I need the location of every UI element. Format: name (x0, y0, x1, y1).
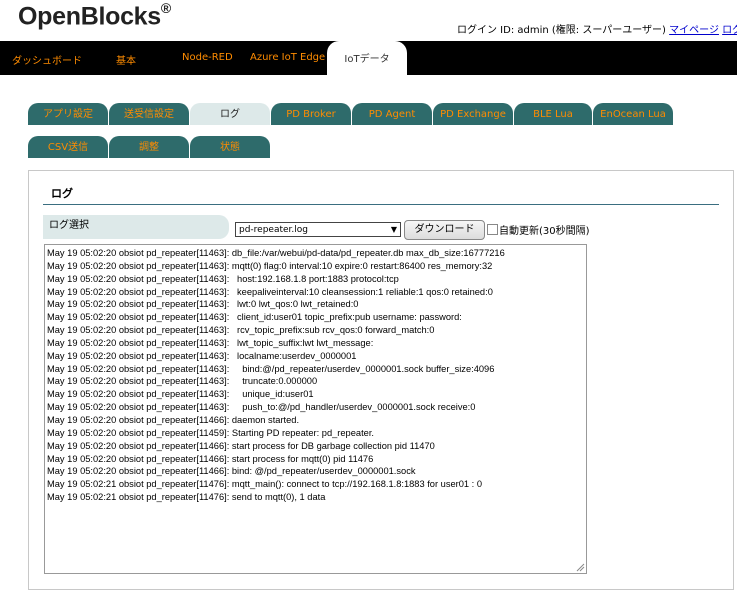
log-line: May 19 05:02:20 obsiot pd_repeater[11463… (47, 350, 357, 361)
subtab-transmit-settings[interactable]: 送受信設定 (109, 103, 189, 125)
auto-refresh-checkbox[interactable] (487, 224, 498, 235)
subtab-csv-send[interactable]: CSV送信 (28, 136, 108, 158)
log-file-select[interactable]: pd-repeater.log ▼ (235, 222, 401, 237)
panel-title: ログ (51, 187, 73, 200)
openblocks-logo: OpenBlocks® (18, 0, 171, 31)
log-line: May 19 05:02:20 obsiot pd_repeater[11463… (47, 389, 314, 400)
subtab-pd-broker[interactable]: PD Broker (271, 103, 351, 125)
log-line: May 19 05:02:20 obsiot pd_repeater[11463… (47, 260, 493, 271)
log-line: May 19 05:02:20 obsiot pd_repeater[11463… (47, 376, 318, 387)
download-button[interactable]: ダウンロード (404, 220, 485, 240)
log-line: May 19 05:02:21 obsiot pd_repeater[11476… (47, 479, 482, 490)
log-select-label: ログ選択 (43, 215, 229, 239)
log-line: May 19 05:02:20 obsiot pd_repeater[11463… (47, 363, 495, 374)
top-nav: ダッシュボード 基本 Node-RED Azure IoT Edge IoTデー… (0, 41, 737, 75)
tab-node-red[interactable]: Node-RED (182, 52, 233, 63)
log-line: May 19 05:02:20 obsiot pd_repeater[11466… (47, 466, 416, 477)
log-line: May 19 05:02:20 obsiot pd_repeater[11463… (47, 402, 476, 413)
log-line: May 19 05:02:20 obsiot pd_repeater[11466… (47, 414, 300, 425)
resize-grip-icon[interactable] (575, 562, 585, 572)
log-line: May 19 05:02:21 obsiot pd_repeater[11476… (47, 492, 326, 503)
log-line: May 19 05:02:20 obsiot pd_repeater[11459… (47, 427, 374, 438)
mypage-link[interactable]: マイページ (669, 25, 719, 36)
subtab-pd-agent[interactable]: PD Agent (352, 103, 432, 125)
log-line: May 19 05:02:20 obsiot pd_repeater[11463… (47, 325, 435, 336)
log-line: May 19 05:02:20 obsiot pd_repeater[11466… (47, 440, 435, 451)
tab-iot-data[interactable]: IoTデータ (327, 41, 407, 75)
log-textarea[interactable]: May 19 05:02:20 obsiot pd_repeater[11463… (44, 244, 587, 574)
tab-azure-iot-edge[interactable]: Azure IoT Edge (250, 52, 325, 63)
title-divider (43, 204, 719, 205)
tab-dashboard[interactable]: ダッシュボード (12, 52, 82, 67)
logout-link[interactable]: ログ (722, 25, 737, 36)
subtab-enocean-lua[interactable]: EnOcean Lua (593, 103, 673, 125)
auto-refresh-label: 自動更新(30秒間隔) (499, 226, 590, 237)
selected-log-value: pd-repeater.log (239, 225, 308, 235)
subtab-log[interactable]: ログ (190, 103, 270, 125)
subtab-ble-lua[interactable]: BLE Lua (514, 103, 592, 125)
log-line: May 19 05:02:20 obsiot pd_repeater[11466… (47, 453, 374, 464)
log-line: May 19 05:02:20 obsiot pd_repeater[11463… (47, 299, 359, 310)
log-line: May 19 05:02:20 obsiot pd_repeater[11463… (47, 273, 399, 284)
log-line: May 19 05:02:20 obsiot pd_repeater[11463… (47, 337, 374, 348)
subtab-adjust[interactable]: 調整 (109, 136, 189, 158)
registered-mark: ® (160, 0, 171, 16)
log-line: May 19 05:02:20 obsiot pd_repeater[11463… (47, 312, 462, 323)
login-id-text: ログイン ID: admin (権限: スーパーユーザー) (457, 25, 666, 36)
subtab-app-settings[interactable]: アプリ設定 (28, 103, 108, 125)
user-info: ログイン ID: admin (権限: スーパーユーザー) マイページ ログ (457, 21, 737, 36)
log-line: May 19 05:02:20 obsiot pd_repeater[11463… (47, 248, 505, 258)
logo-text: OpenBlocks (18, 2, 161, 31)
subtab-pd-exchange[interactable]: PD Exchange (433, 103, 513, 125)
log-panel: ログ ログ選択 pd-repeater.log ▼ ダウンロード 自動更新(30… (28, 170, 734, 590)
subtab-status[interactable]: 状態 (190, 136, 270, 158)
log-line: May 19 05:02:20 obsiot pd_repeater[11463… (47, 286, 493, 297)
tab-basic[interactable]: 基本 (116, 52, 136, 67)
dropdown-arrow-icon: ▼ (390, 225, 397, 234)
